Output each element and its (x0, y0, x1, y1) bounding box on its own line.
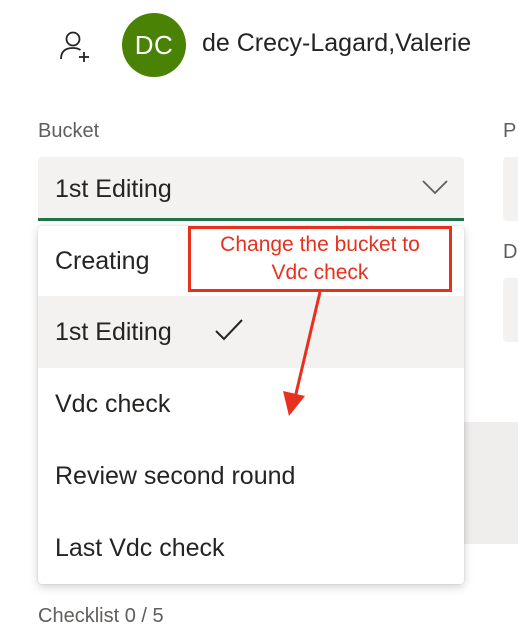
chevron-down-icon (422, 180, 448, 195)
bucket-option-vdc-check[interactable]: Vdc check (38, 368, 464, 440)
assignee-name: de Crecy-Lagard,Valerie (202, 29, 472, 57)
option-label: Last Vdc check (55, 533, 225, 562)
progress-select-partial[interactable] (503, 157, 518, 221)
option-label: Creating (55, 246, 150, 275)
date-label-partial: D (503, 241, 518, 263)
date-field-partial[interactable] (503, 278, 518, 342)
bucket-selected-value: 1st Editing (55, 175, 172, 203)
bucket-dropdown[interactable]: 1st Editing (38, 157, 464, 221)
bucket-option-last-vdc-check[interactable]: Last Vdc check (38, 512, 464, 584)
checkmark-icon (215, 319, 243, 341)
task-details-panel: DC de Crecy-Lagard,Valerie P D Bucket 1s… (0, 0, 518, 644)
checklist-label: Checklist 0 / 5 (38, 605, 164, 627)
add-person-icon[interactable] (57, 28, 93, 64)
avatar[interactable]: DC (122, 13, 186, 77)
annotation-callout: Change the bucket to Vdc check (188, 226, 452, 292)
bucket-option-1st-editing[interactable]: 1st Editing (38, 296, 464, 368)
annotation-arrow-icon (283, 291, 322, 416)
annotation-line-1: Change the bucket to (220, 233, 420, 256)
progress-label-partial: P (503, 120, 517, 142)
bucket-option-review-second-round[interactable]: Review second round (38, 440, 464, 512)
background-panel (460, 422, 518, 544)
avatar-initials: DC (134, 29, 174, 60)
option-label: Vdc check (55, 389, 171, 418)
option-label: 1st Editing (55, 317, 172, 346)
bucket-label: Bucket (38, 120, 100, 142)
annotation-line-2: Vdc check (271, 261, 369, 284)
option-label: Review second round (55, 461, 296, 490)
